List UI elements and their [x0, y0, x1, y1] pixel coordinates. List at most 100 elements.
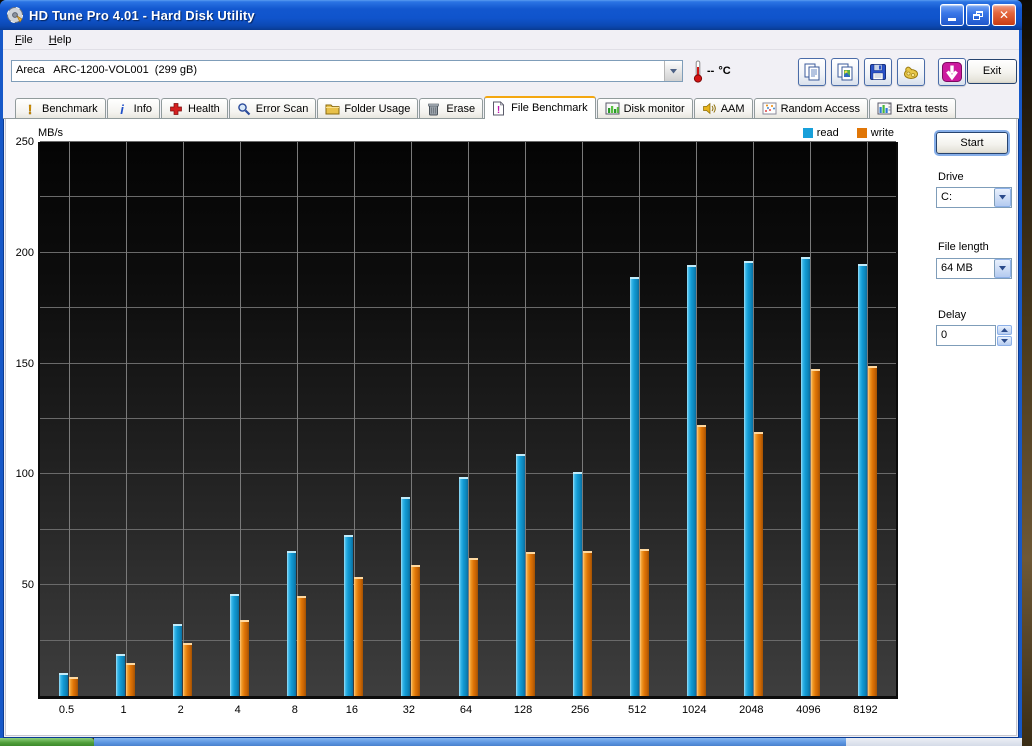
- x-tick-128: 128: [501, 704, 545, 716]
- menu-help[interactable]: Help: [41, 32, 80, 48]
- gridline-v-4: [240, 142, 241, 696]
- system-tray: [846, 738, 1022, 746]
- tab-health[interactable]: Health: [161, 98, 228, 118]
- tab-file-benchmark[interactable]: !File Benchmark: [484, 96, 595, 119]
- close-button[interactable]: ✕: [992, 4, 1016, 26]
- bar-read-256: [573, 472, 582, 696]
- delay-spinner[interactable]: 0: [936, 325, 1012, 346]
- close-icon: ✕: [999, 8, 1009, 22]
- benchmark-chart: [38, 142, 898, 699]
- benchmark-icon: !: [23, 102, 38, 116]
- bar-read-8192: [858, 264, 867, 696]
- bar-read-8: [287, 551, 296, 696]
- svg-text:!: !: [497, 105, 500, 116]
- bar-read-2048: [744, 261, 753, 696]
- tab-label: Folder Usage: [344, 103, 410, 115]
- x-tick-512: 512: [615, 704, 659, 716]
- restore-button[interactable]: [966, 4, 990, 26]
- x-tick-0.5: 0.5: [45, 704, 89, 716]
- bar-write-32: [411, 565, 420, 696]
- x-tick-256: 256: [558, 704, 602, 716]
- benchmark-controls: Start Drive C: File length 64 MB Delay 0: [916, 119, 1016, 735]
- file-benchmark-panel: MB/s read write 50100150200250 0.5124816…: [5, 119, 1017, 736]
- delay-up-button[interactable]: [997, 325, 1012, 335]
- x-tick-32: 32: [387, 704, 431, 716]
- copy-text-button[interactable]: [798, 58, 826, 86]
- legend-read-label: read: [817, 127, 839, 139]
- bar-write-512: [640, 549, 649, 696]
- chevron-down-icon: [1001, 339, 1008, 343]
- bar-read-512: [630, 277, 639, 696]
- save-screenshot-button[interactable]: [864, 58, 892, 86]
- x-tick-2048: 2048: [729, 704, 773, 716]
- file-length-dropdown-button[interactable]: [994, 259, 1011, 278]
- window-title: HD Tune Pro 4.01 - Hard Disk Utility: [29, 8, 255, 23]
- bar-read-32: [401, 497, 410, 696]
- tab-label: Erase: [446, 103, 475, 115]
- tab-label: Health: [188, 103, 220, 115]
- bar-read-16: [344, 535, 353, 696]
- app-window: HD Tune Pro 4.01 - Hard Disk Utility ✕ F…: [0, 0, 1022, 738]
- tab-folder-usage[interactable]: Folder Usage: [317, 98, 418, 118]
- tab-benchmark[interactable]: !Benchmark: [15, 98, 106, 118]
- tab-random-access[interactable]: Random Access: [754, 98, 868, 118]
- x-tick-1024: 1024: [672, 704, 716, 716]
- bar-read-1024: [687, 265, 696, 696]
- start-menu-button[interactable]: [0, 738, 94, 746]
- y-tick-150: 150: [8, 358, 34, 370]
- start-button[interactable]: Start: [936, 132, 1008, 154]
- menu-file[interactable]: File: [7, 32, 41, 48]
- gridline-v-0.5: [69, 142, 70, 696]
- delay-down-button[interactable]: [997, 336, 1012, 346]
- minimize-button[interactable]: [940, 4, 964, 26]
- drive-selector-combobox[interactable]: Areca ARC-1200-VOL001 (299 gB): [11, 60, 683, 82]
- drive-combobox-dropdown-button[interactable]: [994, 188, 1011, 207]
- thermometer-icon: [693, 59, 703, 83]
- bar-write-4: [240, 620, 249, 696]
- tab-label: Random Access: [781, 103, 860, 115]
- health-icon: [169, 102, 184, 116]
- tab-extra-tests[interactable]: Extra tests: [869, 98, 956, 118]
- y-tick-50: 50: [8, 579, 34, 591]
- tab-error-scan[interactable]: Error Scan: [229, 98, 317, 118]
- tab-aam[interactable]: AAM: [694, 98, 753, 118]
- donate-button[interactable]: [897, 58, 925, 86]
- minimize-icon: [948, 18, 956, 21]
- bar-read-0.5: [59, 673, 68, 696]
- chevron-up-icon: [1001, 328, 1008, 332]
- legend-item-write: write: [857, 127, 894, 139]
- tab-disk-monitor[interactable]: Disk monitor: [597, 98, 693, 118]
- tab-label: Disk monitor: [624, 103, 685, 115]
- x-tick-8: 8: [273, 704, 317, 716]
- chevron-down-icon: [999, 266, 1006, 271]
- legend-write-label: write: [871, 127, 894, 139]
- exit-button[interactable]: Exit: [967, 59, 1017, 84]
- menu-bar: File Help: [3, 30, 1019, 50]
- tab-label: Extra tests: [896, 103, 948, 115]
- app-icon: [6, 6, 24, 24]
- file-length-combobox[interactable]: 64 MB: [936, 258, 1012, 279]
- disk-monitor-icon: [605, 102, 620, 116]
- drive-selector-dropdown-button[interactable]: [664, 61, 682, 81]
- bar-write-2: [183, 643, 192, 696]
- tab-info[interactable]: i Info: [107, 98, 160, 118]
- drive-combobox[interactable]: C:: [936, 187, 1012, 208]
- update-button[interactable]: [938, 58, 966, 86]
- save-icon: [868, 62, 888, 82]
- drive-selector-value: Areca ARC-1200-VOL001 (299 gB): [12, 61, 664, 81]
- x-tick-8192: 8192: [843, 704, 887, 716]
- tab-erase[interactable]: Erase: [419, 98, 483, 118]
- copy-image-button[interactable]: [831, 58, 859, 86]
- bar-read-1: [116, 654, 125, 696]
- tab-label: Info: [134, 103, 152, 115]
- copy-image-icon: [835, 62, 855, 82]
- bar-read-64: [459, 477, 468, 696]
- taskbar-strip: [94, 738, 846, 746]
- delay-value[interactable]: 0: [936, 325, 996, 346]
- folder-usage-icon: [325, 102, 340, 116]
- toolbar: Areca ARC-1200-VOL001 (299 gB) -- °C: [3, 50, 1019, 96]
- svg-text:i: i: [120, 102, 124, 116]
- temperature-unit: °C: [718, 65, 730, 77]
- bar-write-1024: [697, 425, 706, 696]
- file-benchmark-icon: !: [492, 101, 507, 115]
